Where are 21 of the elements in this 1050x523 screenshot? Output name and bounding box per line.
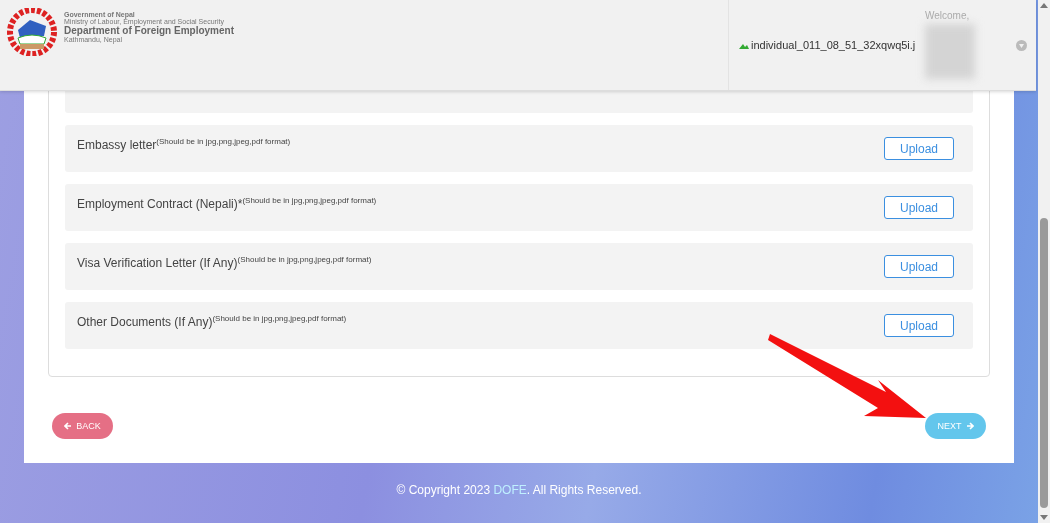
next-button[interactable]: NEXT [925,413,986,439]
profile-image-alt-text: individual_011_08_51_32xqwq5i.j [751,39,916,51]
blurred-user-name [925,24,975,79]
arrow-right-icon [965,422,974,430]
department-title: Department of Foreign Employment [64,25,234,36]
document-label: Other Documents (If Any)$^{(Should be in jpg,png,jpeg,pdf format)}$ [77,314,347,329]
dofe-link[interactable]: DOFE [493,483,527,497]
arrow-left-icon [64,422,73,430]
upload-button[interactable]: Upload [884,196,954,219]
copyright-text: © Copyright 2023 DOFE. All Rights Reserved. [396,483,642,497]
scroll-up-icon[interactable] [1040,2,1048,10]
scroll-down-icon[interactable] [1040,513,1048,521]
welcome-text: Welcome, [925,10,970,21]
emblem-logo [6,8,58,56]
upload-button[interactable]: Upload [884,255,954,278]
document-label: Embassy letter$^{(Should be in jpg,png,jpeg,pdf format)}$ [77,137,291,152]
upload-button[interactable]: Upload [884,314,954,337]
upload-button[interactable]: Upload [884,137,954,160]
document-label: Visa Verification Letter (If Any)$^{(Should be in jpg,png,jpeg,pdf format)}$ [77,255,372,270]
back-button[interactable]: BACK [52,413,113,439]
document-label: Employment Contract (Nepali)*$^{(Should be in jpg,png,jpeg,pdf format)}$ [77,196,377,211]
